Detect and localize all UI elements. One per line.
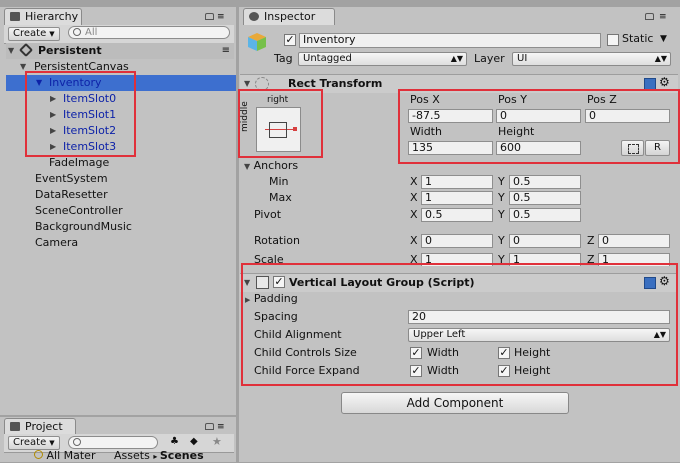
min-label: Min bbox=[269, 175, 289, 188]
lock-icon[interactable] bbox=[205, 423, 214, 430]
info-icon bbox=[249, 12, 259, 21]
favorite-star-icon[interactable]: ★ bbox=[212, 435, 222, 448]
list-item[interactable]: SceneController bbox=[6, 203, 234, 219]
dropdown-caret-icon: ▲▼ bbox=[450, 54, 463, 63]
axis-z-label: Z bbox=[587, 234, 595, 247]
tab-project[interactable]: Project bbox=[4, 418, 76, 435]
hierarchy-search[interactable]: All bbox=[68, 26, 230, 39]
rotation-x-field[interactable]: 0 bbox=[421, 234, 493, 248]
axis-x-label: X bbox=[410, 208, 418, 221]
static-label: Static bbox=[622, 32, 654, 45]
list-icon bbox=[10, 12, 20, 21]
lock-icon[interactable] bbox=[205, 13, 214, 20]
project-favorite-item[interactable]: All Mater bbox=[34, 450, 95, 462]
axis-y-label: Y bbox=[498, 208, 505, 221]
object-name-field[interactable]: Inventory bbox=[299, 33, 601, 48]
layer-label: Layer bbox=[474, 52, 505, 65]
breadcrumb[interactable]: Assets ▸ Scenes bbox=[114, 450, 204, 462]
gear-icon[interactable]: ⚙ bbox=[659, 75, 670, 89]
anchors-label[interactable]: ▼ Anchors bbox=[244, 159, 298, 174]
tab-hierarchy[interactable]: Hierarchy bbox=[4, 8, 82, 25]
menu-icon[interactable]: ≡ bbox=[217, 13, 225, 22]
list-item[interactable]: BackgroundMusic bbox=[6, 219, 234, 235]
menu-icon[interactable]: ≡ bbox=[659, 13, 667, 22]
search-icon bbox=[73, 438, 81, 446]
max-x-field[interactable]: 1 bbox=[421, 191, 493, 205]
project-search[interactable] bbox=[68, 436, 158, 449]
rotation-y-field[interactable]: 0 bbox=[509, 234, 581, 248]
static-dropdown-caret-icon[interactable]: ▼ bbox=[660, 34, 667, 44]
search-icon bbox=[34, 450, 43, 459]
list-item[interactable]: DataResetter bbox=[6, 187, 234, 203]
min-y-field[interactable]: 0.5 bbox=[509, 175, 581, 189]
layer-dropdown[interactable]: UI ▲▼ bbox=[512, 52, 671, 66]
highlight-box bbox=[398, 89, 680, 164]
lock-icon[interactable] bbox=[645, 13, 654, 20]
unity-scene-icon bbox=[18, 42, 34, 58]
axis-x-label: X bbox=[410, 175, 418, 188]
axis-x-label: X bbox=[410, 234, 418, 247]
axis-x-label: X bbox=[410, 191, 418, 204]
scene-row[interactable]: ▼ Persistent ≡ bbox=[6, 42, 234, 59]
tag-label: Tag bbox=[274, 52, 293, 65]
menu-icon[interactable]: ≡ bbox=[217, 423, 225, 432]
dropdown-caret-icon: ▼ bbox=[49, 439, 55, 447]
min-x-field[interactable]: 1 bbox=[421, 175, 493, 189]
tab-inspector[interactable]: Inspector bbox=[243, 8, 335, 25]
dropdown-caret-icon: ▲▼ bbox=[654, 54, 667, 63]
list-item[interactable]: FadeImage bbox=[6, 155, 234, 171]
max-label: Max bbox=[269, 191, 292, 204]
folder-icon bbox=[10, 422, 20, 431]
scene-menu-icon[interactable]: ≡ bbox=[222, 43, 230, 59]
expand-arrow-icon[interactable]: ▼ bbox=[8, 43, 14, 59]
highlight-box bbox=[241, 263, 678, 386]
create-button[interactable]: Create ▼ bbox=[8, 27, 60, 41]
search-icon bbox=[73, 28, 81, 36]
highlight-box bbox=[25, 71, 136, 157]
pivot-y-field[interactable]: 0.5 bbox=[509, 208, 581, 222]
axis-y-label: Y bbox=[498, 191, 505, 204]
static-checkbox[interactable] bbox=[607, 34, 619, 46]
list-item[interactable]: Camera bbox=[6, 235, 234, 251]
filter-label-icon[interactable]: ◆ bbox=[190, 436, 198, 447]
list-item[interactable]: EventSystem bbox=[6, 171, 234, 187]
rotation-label: Rotation bbox=[254, 234, 301, 247]
create-button[interactable]: Create ▼ bbox=[8, 436, 60, 450]
pivot-label: Pivot bbox=[254, 208, 282, 221]
expand-arrow-icon[interactable]: ▼ bbox=[244, 79, 250, 88]
max-y-field[interactable]: 0.5 bbox=[509, 191, 581, 205]
tag-dropdown[interactable]: Untagged ▲▼ bbox=[298, 52, 467, 66]
highlight-box bbox=[238, 89, 323, 158]
gameobject-cube-icon bbox=[246, 31, 268, 53]
active-checkbox[interactable]: ✓ bbox=[284, 34, 296, 46]
axis-y-label: Y bbox=[498, 175, 505, 188]
axis-y-label: Y bbox=[498, 234, 505, 247]
pivot-x-field[interactable]: 0.5 bbox=[421, 208, 493, 222]
rotation-z-field[interactable]: 0 bbox=[598, 234, 670, 248]
filter-type-icon[interactable]: ♣ bbox=[170, 436, 179, 447]
add-component-button[interactable]: Add Component bbox=[341, 392, 569, 414]
expand-arrow-icon[interactable]: ▼ bbox=[244, 162, 250, 171]
dropdown-caret-icon: ▼ bbox=[49, 30, 55, 38]
